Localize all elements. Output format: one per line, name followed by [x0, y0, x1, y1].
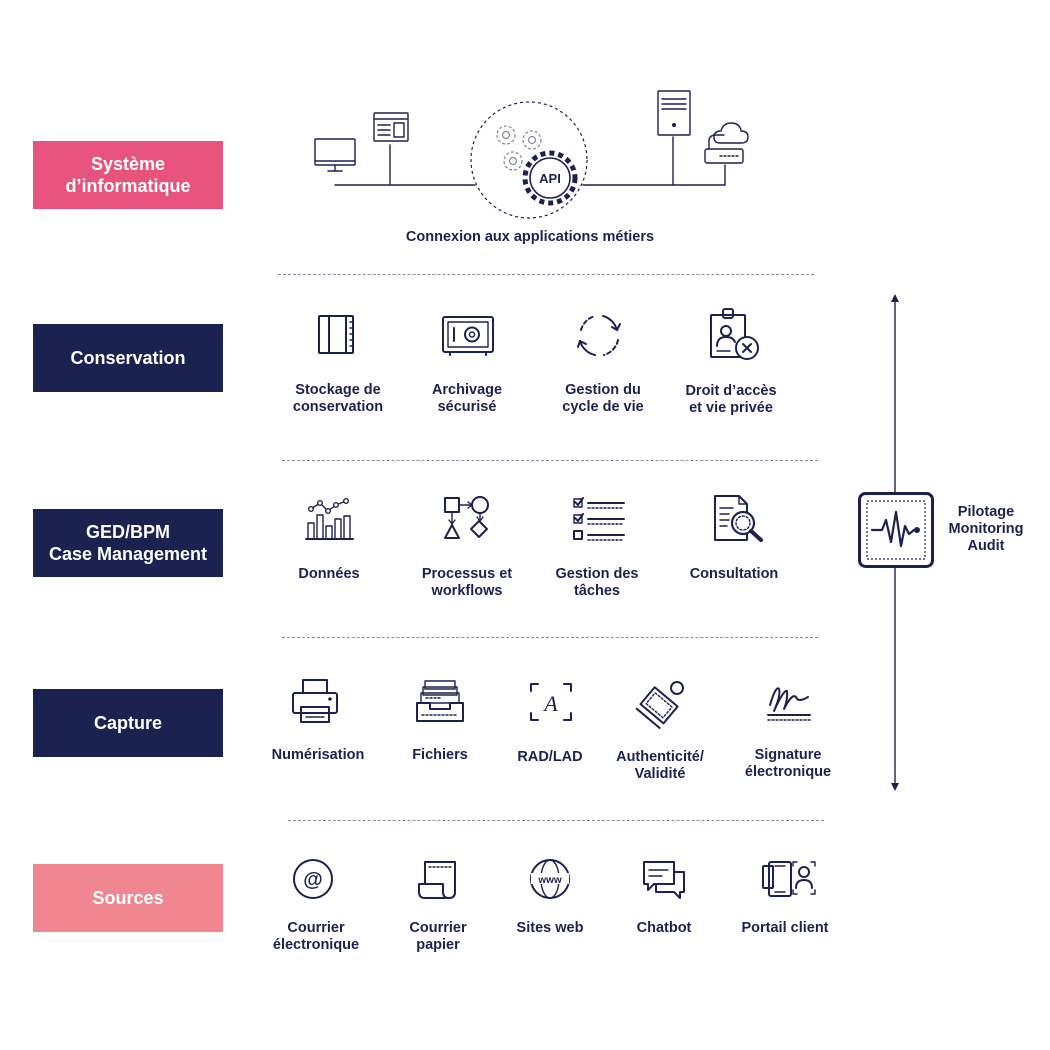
caption-capture-5: Signature électronique [744, 747, 832, 780]
browser-window-icon [373, 112, 409, 142]
binder-icon [318, 315, 354, 354]
api-label: API [539, 171, 561, 186]
monitor-icon [314, 138, 356, 172]
layer-ged: GED/BPM Case Management [33, 509, 223, 577]
at-sign-icon: @ [293, 859, 333, 899]
bar-chart-icon [305, 497, 354, 540]
stamp-icon [635, 681, 684, 729]
access-badge-icon [710, 308, 759, 360]
divider [288, 820, 824, 821]
signature-icon [767, 687, 811, 721]
ocr-icon: A [530, 683, 572, 721]
file-tray-icon [416, 680, 464, 722]
caption-conservation-2: Archivage sécurisé [431, 382, 503, 415]
globe-icon: www [530, 859, 570, 899]
caption-conservation-1: Stockage de conservation [292, 382, 384, 415]
caption-ged-2: Processus et workflows [421, 566, 513, 599]
caption-ged-1: Données [298, 566, 360, 582]
document-search-icon [714, 495, 763, 542]
divider [282, 637, 818, 638]
svg-text:A: A [542, 691, 558, 716]
checklist-icon [573, 497, 625, 541]
safe-icon [442, 316, 494, 356]
svg-text:www: www [537, 875, 562, 886]
caption-ged-4: Consultation [689, 566, 779, 582]
pulse-monitor-icon [858, 492, 934, 568]
chat-icon [643, 861, 685, 899]
cloud-server-icon [704, 122, 749, 164]
divider [282, 460, 818, 461]
svg-text:@: @ [303, 869, 323, 891]
devices-icon [762, 861, 816, 897]
workflow-icon [444, 496, 489, 539]
api-connection-diagram: API [314, 90, 749, 219]
layer-sources: Sources [33, 864, 223, 932]
layer-conservation: Conservation [33, 324, 223, 392]
monitoring-label: Pilotage Monitoring Audit [948, 504, 1024, 554]
server-tower-icon [657, 90, 691, 136]
printer-icon [292, 679, 338, 723]
divider [278, 274, 814, 275]
layer-systeme: Système d’informatique [33, 141, 223, 209]
caption-sources-5: Portail client [741, 920, 829, 936]
caption-conservation-4: Droit d’accès et vie privée [685, 383, 777, 416]
systeme-caption: Connexion aux applications métiers [405, 229, 655, 245]
cycle-icon [577, 315, 621, 356]
layer-capture: Capture [33, 689, 223, 757]
caption-ged-3: Gestion des tâches [555, 566, 639, 599]
paper-scroll-icon [418, 861, 456, 899]
